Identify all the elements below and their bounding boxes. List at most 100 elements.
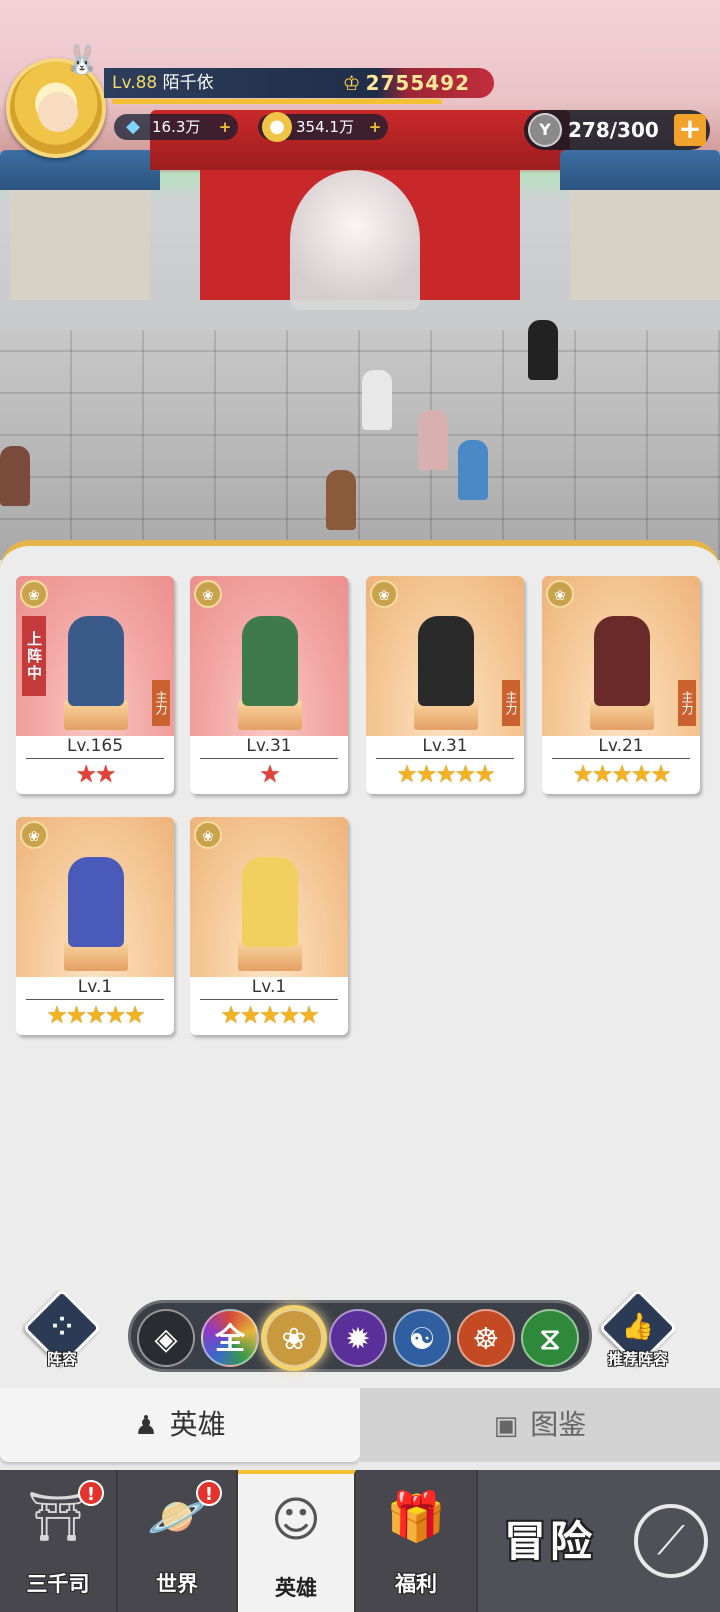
recommend-lineup-button[interactable]: 👍 推荐阵容	[596, 1288, 680, 1374]
hero-figure	[242, 616, 298, 706]
hero-stars: ★★★★★	[46, 1001, 146, 1029]
add-stamina-button[interactable]: +	[674, 114, 706, 146]
xp-bar	[112, 99, 442, 104]
courtyard-floor	[0, 330, 720, 560]
add-gold-icon[interactable]: +	[366, 118, 384, 136]
hero-stars: ★★★★★	[220, 1001, 320, 1029]
lotus-faction-icon: ❀	[194, 821, 222, 849]
nav-adventure-label: 冒险	[504, 1517, 597, 1566]
thumbs-up-icon: 👍	[621, 1312, 655, 1342]
power-crest-icon: ♔	[342, 71, 362, 95]
hero-card[interactable]: ❀ Lv.31 ★	[190, 576, 348, 794]
lineup-label: 阵容	[46, 1350, 77, 1368]
tab-heroes[interactable]: ♟ 英雄	[0, 1388, 360, 1462]
lotus-faction-icon: ❀	[194, 580, 222, 608]
filter-taiji[interactable]: ☯	[393, 1309, 451, 1367]
hero-sprite	[326, 470, 356, 530]
bottom-nav: ⛩ ! 三千司 🪐 ! 世界 ☺ 英雄 🎁 福利 冒险 ⟋	[0, 1470, 720, 1612]
faction-filter-bar: ◈ 全 ❀ ✹ ☯ ☸ ⧖	[128, 1300, 592, 1372]
hero-card[interactable]: ❀ 上阵中 主力 Lv.165 ★★	[16, 576, 174, 794]
nav-welfare[interactable]: 🎁 福利	[356, 1470, 478, 1612]
hero-silhouette-icon: ♟	[134, 1411, 158, 1441]
hero-sprite	[362, 370, 392, 430]
flame-icon: ✹	[345, 1322, 371, 1357]
diamond-icon: ◆	[126, 116, 140, 137]
hero-card[interactable]: ❀ Lv.1 ★★★★★	[16, 817, 174, 1035]
add-diamond-icon[interactable]: +	[216, 118, 234, 136]
enemy-sprite	[0, 446, 30, 506]
hero-level: Lv.1	[77, 977, 113, 997]
deployed-tag: 上阵中	[22, 616, 46, 696]
filter-meditation[interactable]: ☸	[457, 1309, 515, 1367]
gold-count: 354.1万	[296, 118, 354, 136]
hero-figure	[594, 616, 650, 706]
hero-portrait: ❀	[190, 576, 348, 736]
lotus-faction-icon: ❀	[20, 821, 48, 849]
hero-stars: ★★★★★	[572, 760, 672, 788]
filter-flame[interactable]: ✹	[329, 1309, 387, 1367]
filter-dna[interactable]: ⧖	[521, 1309, 579, 1367]
nav-adventure[interactable]: 冒险 ⟋	[478, 1470, 720, 1612]
nav-world-label: 世界	[156, 1572, 198, 1596]
lineup-button[interactable]: ⁘ 阵容	[20, 1288, 104, 1374]
filter-lotus[interactable]: ❀	[265, 1309, 323, 1367]
hero-card[interactable]: ❀ Lv.1 ★★★★★	[190, 817, 348, 1035]
card-divider	[376, 758, 514, 759]
filter-all[interactable]: 全	[201, 1309, 259, 1367]
nav-sanqiansi-label: 三千司	[26, 1572, 90, 1596]
hero-stars: ★	[259, 760, 281, 788]
hero-figure	[68, 616, 124, 706]
hero-card[interactable]: ❀ 主力 Lv.31 ★★★★★	[366, 576, 524, 794]
diamond-count: 16.3万	[152, 118, 201, 136]
nav-welfare-label: 福利	[395, 1572, 437, 1596]
hero-level: Lv.31	[246, 736, 292, 756]
hero-level: Lv.31	[422, 736, 468, 756]
hero-figure	[242, 857, 298, 947]
avatar-face	[38, 92, 78, 132]
gold-resource[interactable]: ● 354.1万 +	[258, 112, 388, 142]
hero-level: Lv.1	[251, 977, 287, 997]
diamond-grid-icon: ◈	[154, 1322, 178, 1357]
hero-stars: ★★★★★	[396, 760, 496, 788]
notification-badge: !	[196, 1480, 222, 1506]
hero-sprite	[458, 440, 488, 500]
codex-book-icon: ▣	[493, 1411, 519, 1441]
hero-sprite	[528, 320, 558, 380]
notification-badge: !	[78, 1480, 104, 1506]
hero-card[interactable]: ❀ 主力 Lv.21 ★★★★★	[542, 576, 700, 794]
hero-portrait: ❀	[16, 817, 174, 977]
fox-statue	[290, 170, 420, 310]
tab-codex[interactable]: ▣ 图鉴	[360, 1388, 720, 1462]
hero-portrait: ❀	[190, 817, 348, 977]
card-divider	[552, 758, 690, 759]
player-namebar[interactable]: Lv.88 陌千依 ♔ 2755492	[104, 68, 494, 98]
card-divider	[26, 999, 164, 1000]
diamond-resource[interactable]: ◆ 16.3万 +	[114, 114, 238, 140]
player-level: Lv.88	[112, 73, 158, 93]
meditation-icon: ☸	[472, 1322, 500, 1357]
tab-heroes-label: 英雄	[169, 1408, 226, 1441]
stamina-resource[interactable]: Y 278/300 +	[524, 110, 710, 150]
gift-box-icon: 🎁	[386, 1489, 446, 1545]
nav-sanqiansi[interactable]: ⛩ ! 三千司	[0, 1470, 118, 1612]
taiji-icon: ☯	[408, 1322, 436, 1357]
right-building-roof	[560, 150, 720, 190]
all-label: 全	[215, 1322, 245, 1357]
main-force-tag: 主力	[502, 680, 520, 726]
left-building	[10, 190, 150, 300]
main-force-tag: 主力	[678, 680, 696, 726]
card-divider	[200, 758, 338, 759]
nav-world[interactable]: 🪐 ! 世界	[118, 1470, 238, 1612]
battle-scene: 🐰 Lv.88 陌千依 ♔ 2755492 ◆ 16.3万 + ● 354.1万 …	[0, 0, 720, 560]
coin-icon: ●	[262, 112, 292, 142]
hero-figure	[418, 616, 474, 706]
card-divider	[200, 999, 338, 1000]
card-divider	[26, 758, 164, 759]
filter-diamond-grid[interactable]: ◈	[137, 1309, 195, 1367]
stamina-icon: Y	[528, 113, 562, 147]
right-building	[570, 190, 720, 300]
hero-level: Lv.165	[66, 736, 124, 756]
lineup-icon: ⁘	[51, 1312, 73, 1342]
nav-heroes[interactable]: ☺ 英雄	[238, 1470, 356, 1612]
compass-icon: ⟋	[634, 1504, 708, 1578]
